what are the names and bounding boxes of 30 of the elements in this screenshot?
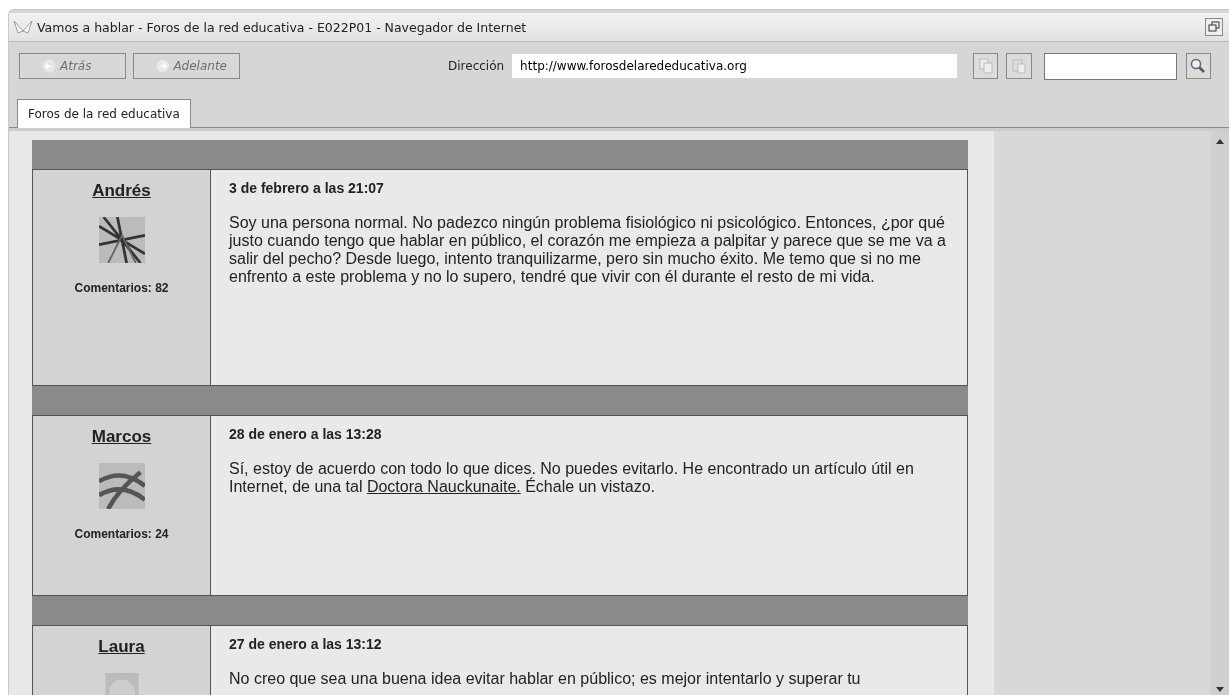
author-link[interactable]: Andrés [92,181,151,201]
post-date: 27 de enero a las 13:12 [229,636,383,652]
article-link[interactable]: Doctora Nauckunaite. [366,478,521,495]
tab[interactable]: Foros de la red educativa [17,99,191,128]
post-date: 28 de enero a las 13:28 [229,426,383,442]
address-field[interactable]: http://www.forosdelarededucativa.org [512,54,957,78]
scroll-up-icon[interactable] [1216,139,1225,144]
search-field[interactable] [1043,52,1177,80]
comment-count: Comentarios: 24 [74,527,169,541]
post-text: Sí, estoy de acuerdo con todo lo que dices. No puedes evitarlo. He encontrado un artículo útil en Internet, de una tal Doctora Nauckunaite. Échale un vistazo. [229,460,915,496]
scroll-down-icon[interactable] [1216,687,1225,692]
window-title: Vamos a hablar - Foros de la red educativa - E022P01 - Navegador de Internet [37,19,528,35]
paste-button[interactable] [1006,53,1032,79]
post-date: 3 de febrero a las 21:07 [229,180,385,196]
avatar-picture [98,463,145,509]
clipboard-icon [1011,58,1026,74]
search-button[interactable] [1185,53,1211,79]
author-link[interactable]: Marcos [91,427,152,447]
search-icon [1190,58,1207,74]
address-label: Dirección [448,59,505,73]
copy-button[interactable] [972,53,999,79]
butterfly-icon [13,19,33,35]
documents-icon [978,58,993,74]
scrollbar[interactable] [1211,131,1229,695]
author-link[interactable]: Laura [98,637,145,657]
avatar-picture [98,217,145,263]
comment-count: Comentarios: 82 [74,281,169,295]
post-text: Soy una persona normal. No padezco ningún problema fisiológico ni psicológico. Entonces, ¿por qué justo cuando tengo que hablar en público, el corazón me empieza a palpitar y parece que se me va a salir del pecho? Desde luego, intento tranquilizarme, pero sin mucho éxito. Me temo que si no me enfrento a este problema y no lo supero, tendré que vivir con él durante el resto de mi vida. [229,214,947,286]
post-text: No creo que sea una buena idea evitar hablar en público; es mejor intentarlo y superar tu [229,670,862,688]
restore-button[interactable] [1205,18,1223,36]
